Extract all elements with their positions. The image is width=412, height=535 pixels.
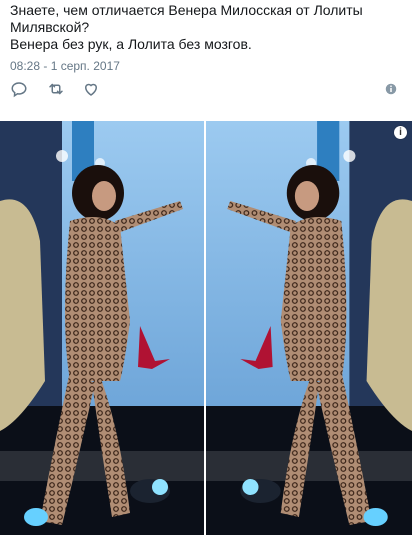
retweet-button[interactable]: [45, 78, 67, 100]
tweet-timestamp[interactable]: 08:28 - 1 серп. 2017: [10, 59, 120, 73]
heart-icon: [84, 83, 98, 96]
tweet-line: Венера без рук, а Лолита без мозгов.: [10, 36, 252, 52]
tweet-actions: [0, 78, 412, 102]
tweet-line: Знаете, чем отличается Венера Милосская …: [10, 2, 363, 18]
reply-button[interactable]: [8, 78, 30, 100]
more-info-button[interactable]: [380, 78, 402, 100]
tweet-text: Знаете, чем отличается Венера Милосская …: [10, 2, 402, 53]
concert-photo: [0, 121, 204, 535]
reply-icon: [11, 82, 27, 98]
info-icon: [385, 83, 397, 95]
retweet-icon: [49, 83, 63, 95]
media-info-badge[interactable]: i: [394, 126, 407, 139]
media-photo-left: [0, 121, 204, 535]
media-photo-right: [206, 121, 412, 535]
tweet-media[interactable]: i: [0, 121, 412, 535]
like-button[interactable]: [80, 78, 102, 100]
concert-photo-mirrored: [206, 121, 412, 535]
tweet-line: Милявской?: [10, 19, 90, 35]
